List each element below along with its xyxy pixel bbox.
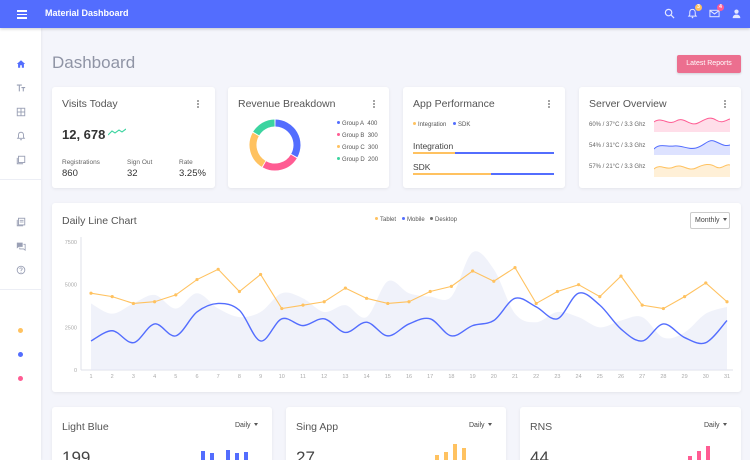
- tablet-point-23: [555, 289, 560, 294]
- tablet-point-24: [577, 283, 581, 287]
- mail-badge: 4: [717, 4, 724, 11]
- tablet-point-11: [301, 303, 305, 307]
- chevron-down-icon: [487, 423, 492, 426]
- tablet-point-4: [153, 300, 157, 304]
- sing-app-card: Sing App Daily 27: [286, 407, 506, 460]
- tablet-point-30: [704, 281, 708, 285]
- search-icon[interactable]: [664, 8, 675, 19]
- x-tick-label: 14: [364, 374, 370, 380]
- x-tick-label: 22: [533, 374, 539, 380]
- x-tick-label: 28: [660, 374, 666, 380]
- tablet-point-27: [640, 303, 644, 307]
- x-tick-label: 6: [195, 374, 198, 380]
- x-tick-label: 2: [111, 374, 114, 380]
- period-value: Daily: [235, 422, 251, 429]
- x-tick-label: 13: [342, 374, 348, 380]
- y-tick-label: 7500: [65, 240, 77, 246]
- card-title: Sing App: [296, 421, 339, 433]
- x-tick-label: 4: [153, 374, 156, 380]
- period-value: Daily: [704, 422, 720, 429]
- notifications-icon[interactable]: 3: [687, 4, 702, 19]
- x-tick-label: 3: [132, 374, 135, 380]
- big-number: 44: [530, 448, 549, 460]
- y-tick-label: 5000: [65, 283, 77, 289]
- x-tick-label: 8: [238, 374, 241, 380]
- daily-line-chart: 75005000250001 2 3 4 5 6 7 8 9 10 11 12 13 14 15 16 17 18…: [65, 237, 733, 380]
- tablet-point-6: [195, 277, 199, 282]
- tablet-point-17: [428, 289, 432, 294]
- x-tick-label: 17: [427, 374, 433, 380]
- tablet-point-1: [89, 291, 93, 295]
- period-select[interactable]: Daily: [469, 422, 492, 429]
- chevron-down-icon: [253, 423, 258, 426]
- x-tick-label: 30: [703, 374, 709, 380]
- x-tick-label: 31: [724, 374, 730, 380]
- tablet-point-26: [619, 274, 623, 278]
- tablet-point-25: [598, 295, 602, 299]
- x-tick-label: 19: [470, 374, 476, 380]
- tablet-point-19: [471, 269, 475, 273]
- tablet-point-7: [216, 267, 220, 271]
- tablet-point-14: [365, 296, 369, 300]
- x-tick-label: 24: [576, 374, 582, 380]
- x-tick-label: 25: [597, 374, 603, 380]
- x-tick-label: 27: [639, 374, 645, 380]
- light-blue-card: Light Blue Daily 199: [52, 407, 272, 460]
- x-tick-label: 18: [448, 374, 454, 380]
- card-title: Light Blue: [62, 421, 109, 433]
- y-tick-label: 0: [74, 368, 77, 374]
- x-tick-label: 21: [512, 374, 518, 380]
- tablet-point-31: [725, 300, 729, 304]
- x-tick-label: 7: [217, 374, 220, 380]
- series-desktop-area: [91, 251, 727, 370]
- x-tick-label: 1: [89, 374, 92, 380]
- tablet-point-22: [534, 301, 538, 306]
- y-tick-label: 2500: [65, 325, 77, 331]
- chevron-down-icon: [722, 423, 727, 426]
- tablet-point-21: [513, 266, 517, 270]
- tablet-point-29: [683, 295, 687, 299]
- x-tick-label: 20: [491, 374, 497, 380]
- x-tick-label: 11: [300, 374, 306, 380]
- x-tick-label: 15: [385, 374, 391, 380]
- period-select[interactable]: Daily: [235, 422, 258, 429]
- tablet-point-9: [259, 272, 263, 277]
- x-tick-label: 10: [279, 374, 285, 380]
- tablet-point-15: [386, 301, 390, 306]
- mail-icon[interactable]: 4: [709, 4, 724, 19]
- account-icon[interactable]: [731, 8, 742, 19]
- tablet-point-28: [661, 306, 666, 311]
- tablet-point-16: [407, 300, 411, 304]
- x-tick-label: 9: [259, 374, 262, 380]
- tablet-point-2: [110, 295, 114, 299]
- x-tick-label: 16: [406, 374, 412, 380]
- x-tick-label: 5: [174, 374, 177, 380]
- tablet-point-18: [449, 284, 453, 288]
- period-value: Daily: [469, 422, 485, 429]
- big-number: 199: [62, 448, 91, 460]
- tablet-point-5: [174, 293, 178, 297]
- tablet-point-12: [322, 300, 326, 304]
- tablet-point-10: [280, 306, 284, 311]
- x-tick-label: 29: [682, 374, 688, 380]
- top-app-bar: Material Dashboard 3 4: [0, 0, 750, 28]
- period-select[interactable]: Daily: [704, 422, 727, 429]
- app-brand: Material Dashboard: [45, 8, 129, 18]
- tablet-point-20: [492, 279, 496, 283]
- x-tick-label: 26: [618, 374, 624, 380]
- card-title: RNS: [530, 421, 553, 433]
- tablet-point-8: [237, 289, 241, 294]
- big-number: 27: [296, 448, 315, 460]
- tablet-point-3: [131, 301, 135, 306]
- menu-icon[interactable]: [17, 10, 27, 19]
- rns-card: RNS Daily 44: [520, 407, 741, 460]
- x-tick-label: 23: [554, 374, 560, 380]
- notifications-badge: 3: [695, 4, 702, 11]
- tablet-point-13: [343, 286, 347, 290]
- x-tick-label: 12: [321, 374, 327, 380]
